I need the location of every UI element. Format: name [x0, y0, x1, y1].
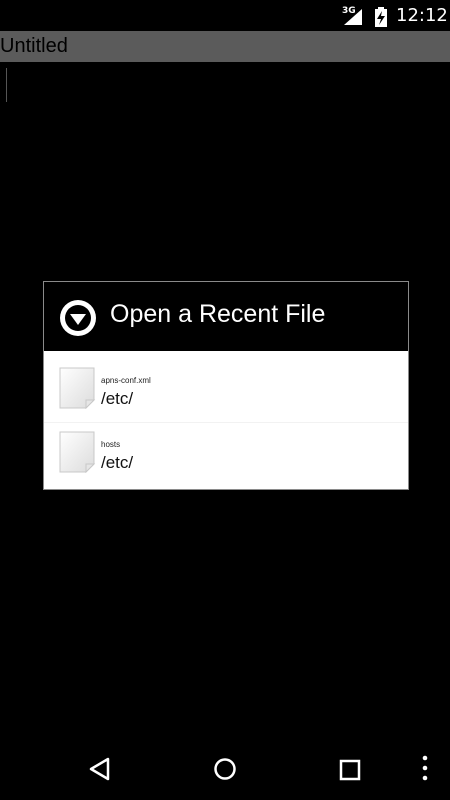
system-nav-bar	[0, 737, 450, 800]
recent-file-item[interactable]: hosts /etc/	[44, 423, 408, 485]
file-icon	[59, 431, 96, 473]
recent-files-dialog: Open a Recent File apns-conf.xml /etc/ h…	[43, 281, 409, 490]
file-name: hosts	[101, 440, 121, 449]
home-icon[interactable]	[213, 757, 237, 781]
status-time: 12:12	[396, 5, 448, 26]
app-title-bar: Untitled	[0, 31, 450, 62]
battery-icon	[375, 7, 387, 27]
text-cursor	[6, 68, 7, 102]
signal-icon	[344, 9, 362, 25]
back-icon[interactable]	[88, 757, 112, 781]
recents-icon[interactable]	[339, 759, 361, 781]
chevron-down-circle-icon	[60, 300, 96, 336]
dialog-header: Open a Recent File	[44, 282, 408, 351]
file-path: /etc/	[101, 389, 134, 408]
file-path: /etc/	[101, 453, 134, 472]
file-icon	[59, 367, 96, 409]
dialog-title: Open a Recent File	[110, 300, 326, 328]
status-bar: 3G 12:12	[0, 0, 450, 31]
recent-file-item[interactable]: apns-conf.xml /etc/	[44, 359, 408, 421]
overflow-menu-icon[interactable]	[420, 755, 430, 781]
document-title: Untitled	[0, 35, 68, 57]
file-name: apns-conf.xml	[101, 376, 151, 385]
